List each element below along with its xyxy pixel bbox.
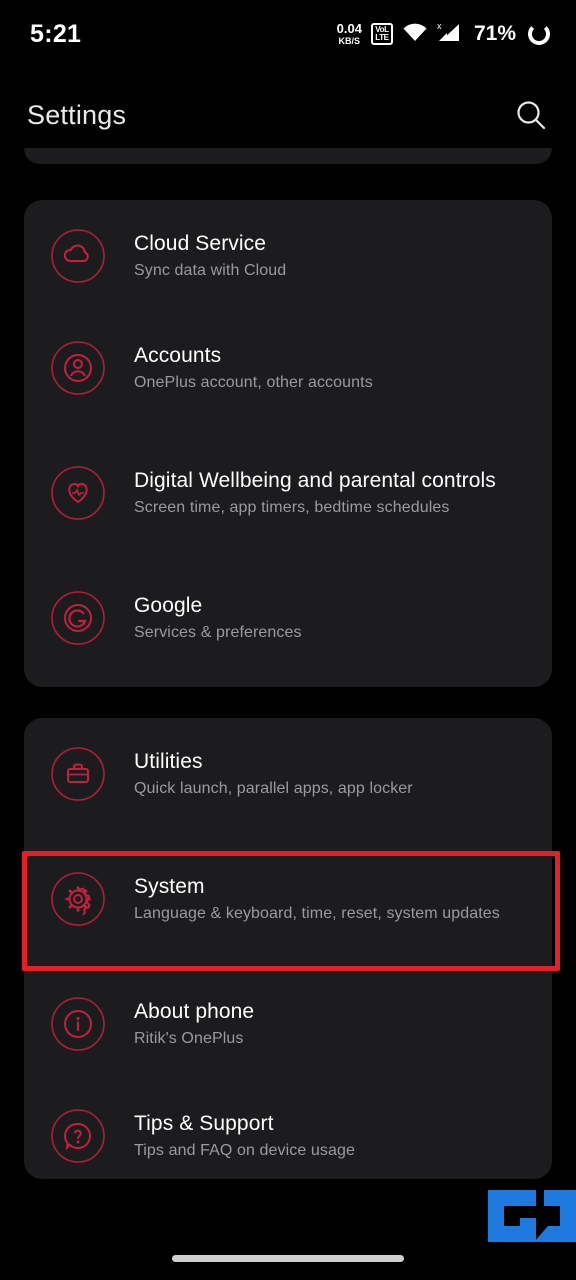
google-g-icon (50, 590, 106, 646)
row-subtitle: Services & preferences (134, 624, 302, 641)
settings-row-tips-support[interactable]: Tips & Support Tips and FAQ on device us… (24, 1080, 552, 1192)
row-title: Tips & Support (134, 1112, 274, 1135)
row-title: Digital Wellbeing and parental controls (134, 469, 496, 492)
heart-icon (50, 465, 106, 521)
row-subtitle: Tips and FAQ on device usage (134, 1142, 356, 1159)
settings-row-text: System Language & keyboard, time, reset,… (134, 873, 520, 925)
wifi-icon (402, 22, 428, 47)
settings-row-digital-wellbeing[interactable]: Digital Wellbeing and parental controls … (24, 424, 552, 562)
row-subtitle: Screen time, app timers, bedtime schedul… (134, 499, 450, 516)
search-icon[interactable] (514, 98, 548, 132)
row-title: Google (134, 594, 203, 617)
svg-text:x: x (437, 21, 442, 31)
row-title: About phone (134, 1000, 255, 1023)
row-subtitle: OnePlus account, other accounts (134, 374, 373, 391)
row-title: Accounts (134, 344, 222, 367)
row-title: System (134, 875, 205, 898)
network-speed-indicator: 0.04 KB/S (337, 22, 362, 46)
briefcase-icon (50, 746, 106, 802)
gadgets-to-use-logo (484, 1186, 576, 1258)
network-speed-unit: KB/S (338, 36, 361, 46)
settings-row-text: Accounts OnePlus account, other accounts (134, 342, 393, 394)
settings-row-google[interactable]: Google Services & preferences (24, 562, 552, 674)
cellular-signal-x-icon: x (437, 21, 463, 48)
settings-row-accounts[interactable]: Accounts OnePlus account, other accounts (24, 312, 552, 424)
help-icon (50, 1108, 106, 1164)
row-title: Cloud Service (134, 232, 267, 255)
settings-row-utilities[interactable]: Utilities Quick launch, parallel apps, a… (24, 718, 552, 830)
battery-percent-label: 71% (473, 22, 516, 45)
status-bar-clock: 5:21 (30, 19, 82, 48)
gear-icon (50, 871, 106, 927)
status-bar: 5:21 0.04 KB/S VoL LTE x 71% (0, 0, 576, 68)
settings-row-text: About phone Ritik's OnePlus (134, 998, 274, 1050)
row-subtitle: Sync data with Cloud (134, 262, 287, 279)
settings-row-text: Tips & Support Tips and FAQ on device us… (134, 1110, 375, 1162)
volte-icon: VoL LTE (370, 23, 393, 45)
row-title: Utilities (134, 750, 203, 773)
account-icon (50, 340, 106, 396)
cloud-icon (50, 228, 106, 284)
settings-row-text: Google Services & preferences (134, 592, 322, 644)
settings-row-text: Utilities Quick launch, parallel apps, a… (134, 748, 433, 800)
home-gesture-pill[interactable] (172, 1255, 404, 1262)
page-title: Settings (27, 99, 127, 130)
info-icon (50, 996, 106, 1052)
network-speed-value: 0.04 (336, 21, 362, 36)
settings-row-text: Cloud Service Sync data with Cloud (134, 230, 306, 282)
row-subtitle: Quick launch, parallel apps, app locker (134, 780, 413, 797)
volte-icon-bottom-label: LTE (375, 33, 389, 42)
status-bar-icons: 0.04 KB/S VoL LTE x 71% (337, 21, 550, 48)
settings-row-cloud-service[interactable]: Cloud Service Sync data with Cloud (24, 200, 552, 312)
previous-card-bottom-edge (24, 148, 552, 164)
settings-row-about-phone[interactable]: About phone Ritik's OnePlus (24, 968, 552, 1080)
settings-scroll-area[interactable]: Cloud Service Sync data with Cloud Accou… (0, 148, 576, 1262)
settings-card-personal: Cloud Service Sync data with Cloud Accou… (24, 200, 552, 687)
settings-row-text: Digital Wellbeing and parental controls … (134, 467, 516, 519)
row-subtitle: Ritik's OnePlus (134, 1030, 244, 1047)
battery-charging-ring-icon (528, 23, 550, 45)
row-subtitle: Language & keyboard, time, reset, system… (134, 905, 500, 922)
settings-card-system: Utilities Quick launch, parallel apps, a… (24, 718, 552, 1179)
settings-row-system[interactable]: System Language & keyboard, time, reset,… (24, 830, 552, 968)
